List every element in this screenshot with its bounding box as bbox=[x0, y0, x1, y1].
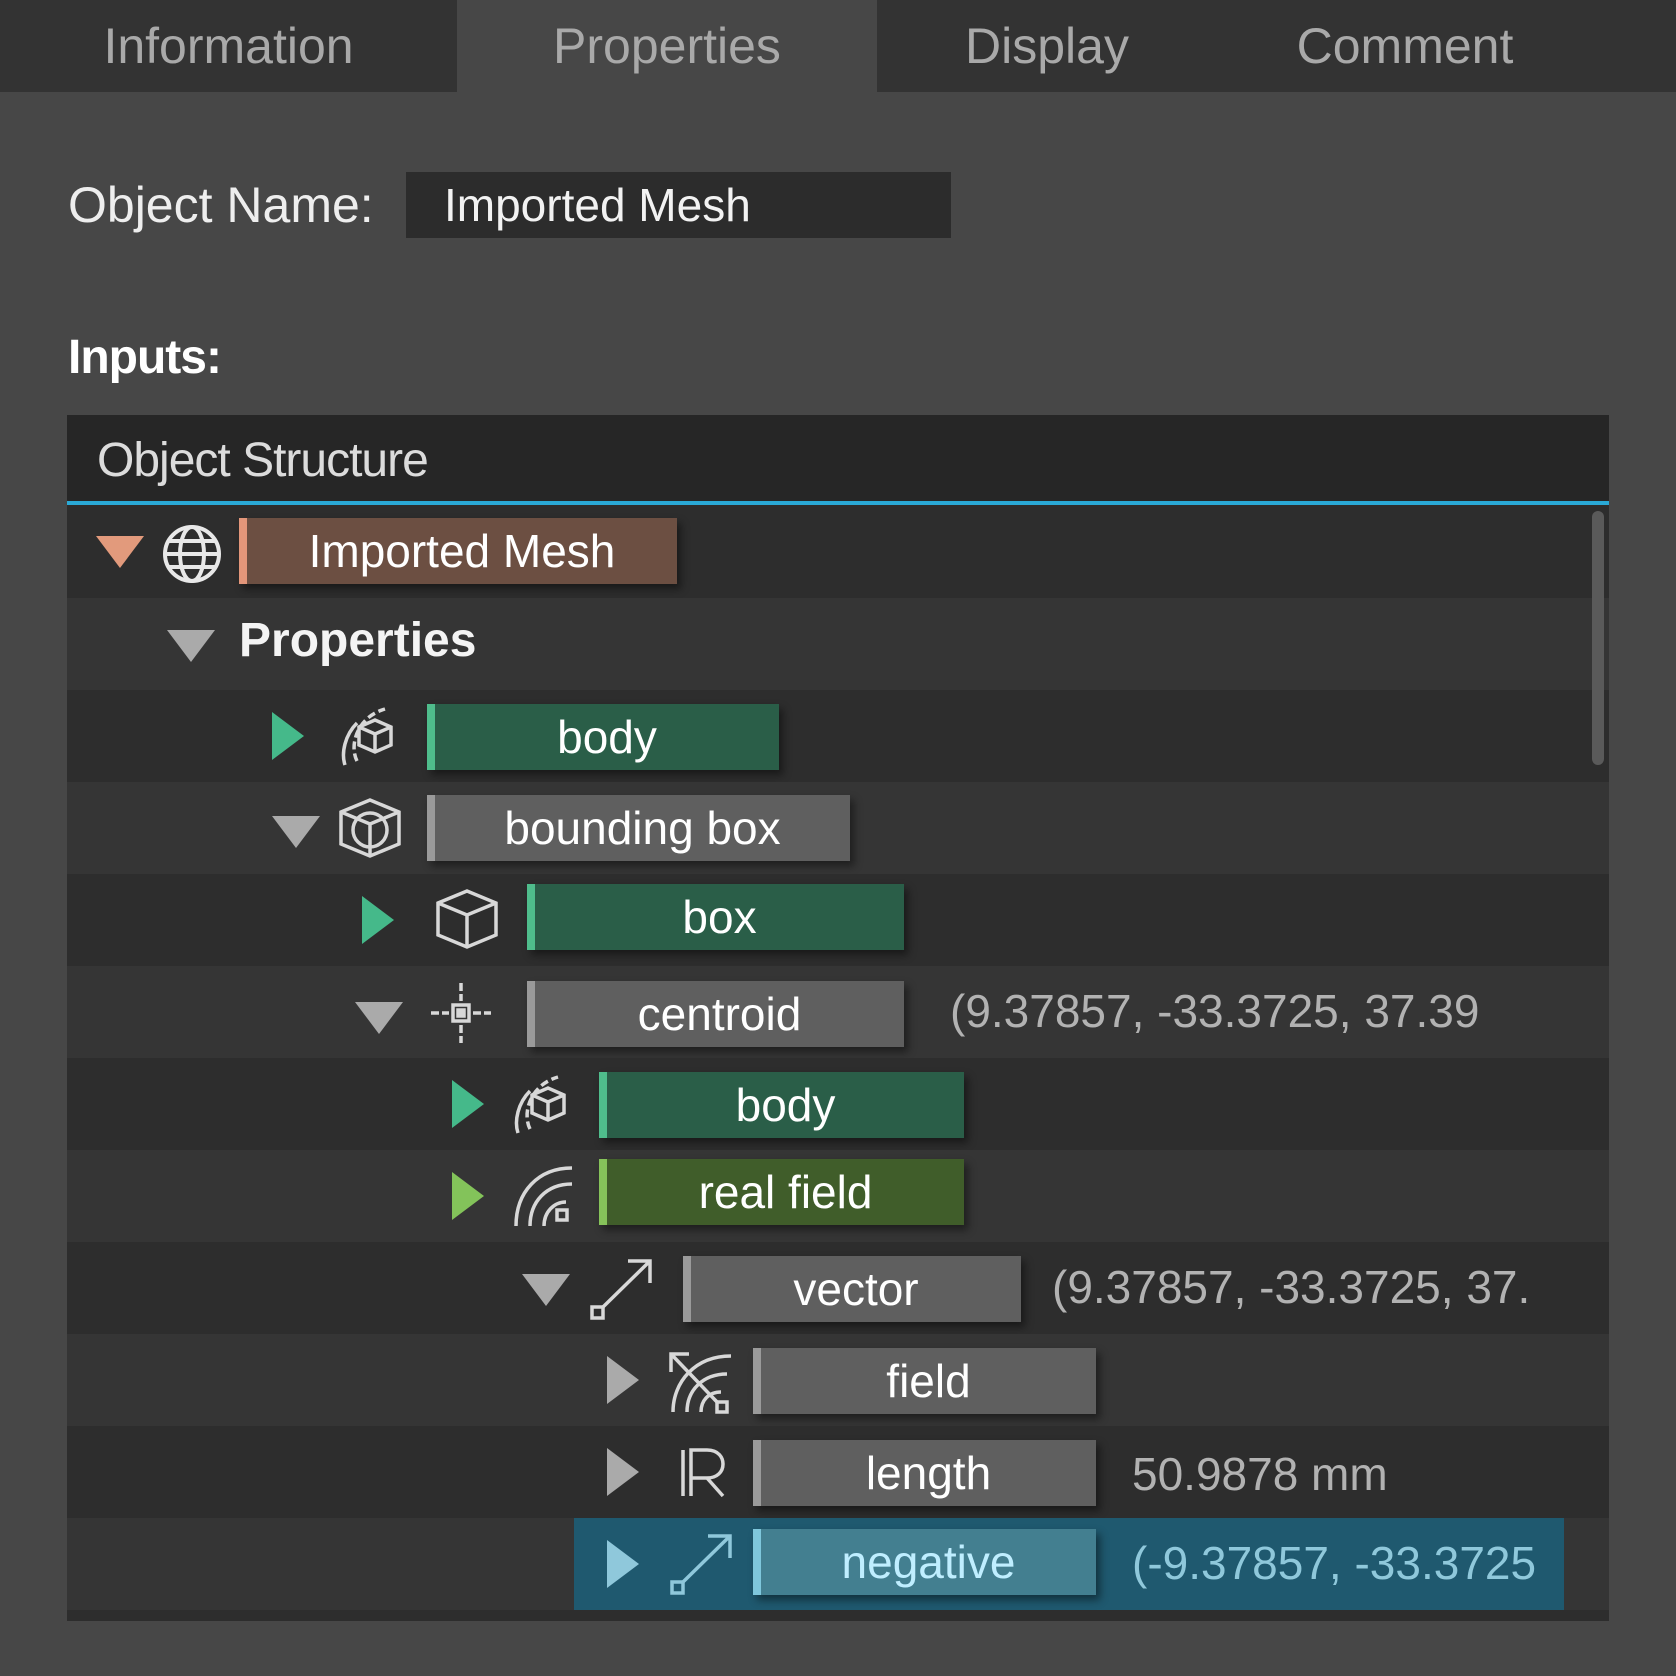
collapse-arrow-icon[interactable] bbox=[355, 1002, 403, 1034]
body-icon bbox=[514, 1075, 566, 1134]
box-icon bbox=[436, 889, 498, 949]
tree-row-root[interactable]: Imported Mesh bbox=[67, 506, 1609, 598]
tree-row-centroid[interactable]: centroid (9.37857, -33.3725, 37.39 bbox=[67, 966, 1609, 1058]
tree-node-real-field[interactable]: real field bbox=[599, 1159, 964, 1225]
real-number-icon bbox=[681, 1448, 725, 1498]
centroid-value: (9.37857, -33.3725, 37.39 bbox=[950, 985, 1480, 1037]
centroid-icon bbox=[431, 983, 491, 1043]
tree-row-box[interactable]: box bbox=[67, 874, 1609, 966]
panel-header: Object Structure bbox=[67, 415, 1609, 505]
expand-arrow-icon[interactable] bbox=[272, 712, 304, 760]
tab-properties[interactable]: Properties bbox=[457, 0, 877, 92]
expand-arrow-icon[interactable] bbox=[362, 896, 394, 944]
tree-row-length[interactable]: length 50.9878 mm bbox=[67, 1426, 1609, 1518]
collapse-arrow-icon[interactable] bbox=[96, 536, 144, 568]
vector-value: (9.37857, -33.3725, 37. bbox=[1052, 1261, 1531, 1313]
tree-node-vector[interactable]: vector bbox=[683, 1256, 1021, 1322]
tree-row-bounding-box[interactable]: bounding box bbox=[67, 782, 1609, 874]
collapse-arrow-icon[interactable] bbox=[167, 630, 215, 662]
inputs-heading: Inputs: bbox=[68, 331, 222, 384]
tree-node-box[interactable]: box bbox=[527, 884, 904, 950]
panel-title: Object Structure bbox=[97, 434, 429, 487]
expand-arrow-icon[interactable] bbox=[607, 1540, 639, 1588]
tree-row-negative[interactable]: negative (-9.37857, -33.3725 bbox=[574, 1518, 1564, 1610]
tree-row-negative-container: negative (-9.37857, -33.3725 bbox=[67, 1518, 1609, 1610]
tree-node-negative[interactable]: negative bbox=[753, 1529, 1096, 1595]
tree-node-bounding-box[interactable]: bounding box bbox=[427, 795, 850, 861]
vector-field-icon bbox=[669, 1352, 732, 1414]
tab-comment[interactable]: Comment bbox=[1217, 0, 1593, 92]
vector-icon bbox=[670, 1534, 732, 1595]
tab-bar: Information Properties Display Comment bbox=[0, 0, 1676, 92]
tree-row-vector[interactable]: vector (9.37857, -33.3725, 37. bbox=[67, 1242, 1609, 1334]
tree-row-real-field[interactable]: real field bbox=[67, 1150, 1609, 1242]
tree-row-centroid-body[interactable]: body bbox=[67, 1058, 1609, 1150]
object-name-input[interactable] bbox=[406, 172, 951, 238]
tree-node-length[interactable]: length bbox=[753, 1440, 1096, 1506]
collapse-arrow-icon[interactable] bbox=[272, 816, 320, 848]
object-name-label: Object Name: bbox=[68, 177, 374, 233]
vector-icon bbox=[590, 1259, 652, 1320]
negative-value: (-9.37857, -33.3725 bbox=[1132, 1537, 1537, 1589]
tree-node-body-nested[interactable]: body bbox=[599, 1072, 964, 1138]
expand-arrow-icon[interactable] bbox=[607, 1448, 639, 1496]
bounding-box-icon bbox=[339, 798, 401, 858]
tree-node-imported-mesh[interactable]: Imported Mesh bbox=[239, 518, 677, 584]
length-value: 50.9878 mm bbox=[1132, 1448, 1388, 1500]
object-structure-panel: Object Structure Imported Mesh Propertie… bbox=[67, 415, 1609, 1621]
tree-row-properties[interactable]: Properties bbox=[67, 598, 1609, 690]
tab-information[interactable]: Information bbox=[0, 0, 457, 92]
expand-arrow-icon[interactable] bbox=[452, 1172, 484, 1220]
tree-row-field[interactable]: field bbox=[67, 1334, 1609, 1426]
vertical-scrollbar[interactable] bbox=[1592, 511, 1604, 765]
tree-node-centroid[interactable]: centroid bbox=[527, 981, 904, 1047]
properties-section-label: Properties bbox=[239, 614, 477, 667]
tree-node-body[interactable]: body bbox=[427, 704, 779, 770]
globe-icon bbox=[163, 525, 221, 583]
body-icon bbox=[341, 707, 393, 766]
tree-row-body[interactable]: body bbox=[67, 690, 1609, 782]
expand-arrow-icon[interactable] bbox=[452, 1080, 484, 1128]
tree-node-field[interactable]: field bbox=[753, 1348, 1096, 1414]
field-icon bbox=[514, 1166, 573, 1227]
expand-arrow-icon[interactable] bbox=[607, 1356, 639, 1404]
collapse-arrow-icon[interactable] bbox=[522, 1274, 570, 1306]
tab-display[interactable]: Display bbox=[877, 0, 1217, 92]
